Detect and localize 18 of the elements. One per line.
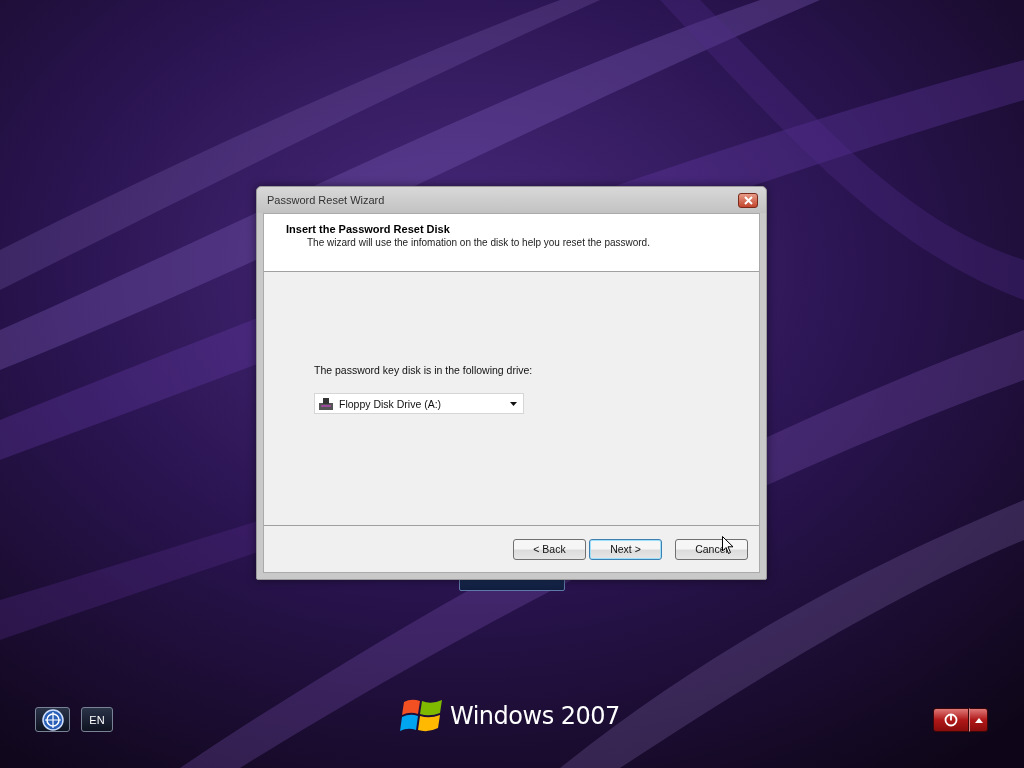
close-icon [742,195,754,205]
shutdown-button[interactable] [933,708,969,732]
drive-dropdown[interactable]: Floppy Disk Drive (A:) [314,393,524,414]
accessibility-button[interactable] [35,707,70,732]
floppy-drive-icon [318,396,334,411]
drive-label: The password key disk is in the following drive: [314,364,534,376]
window-title: Password Reset Wizard [267,194,385,206]
language-button[interactable]: EN [81,707,113,732]
page-description: The wizard will use the infomation on the disk to help you reset the password. [306,237,651,248]
power-icon [944,713,958,727]
next-button[interactable]: Next > [589,538,662,560]
close-button[interactable] [738,192,758,208]
caret-icon [510,401,517,406]
page-heading: Insert the Password Reset Disk [286,223,451,235]
back-button[interactable]: < Back [513,538,586,560]
logo-text: Windows 2007 [450,702,620,730]
shutdown-options-button[interactable] [969,708,988,732]
caret-up-icon [974,717,983,723]
